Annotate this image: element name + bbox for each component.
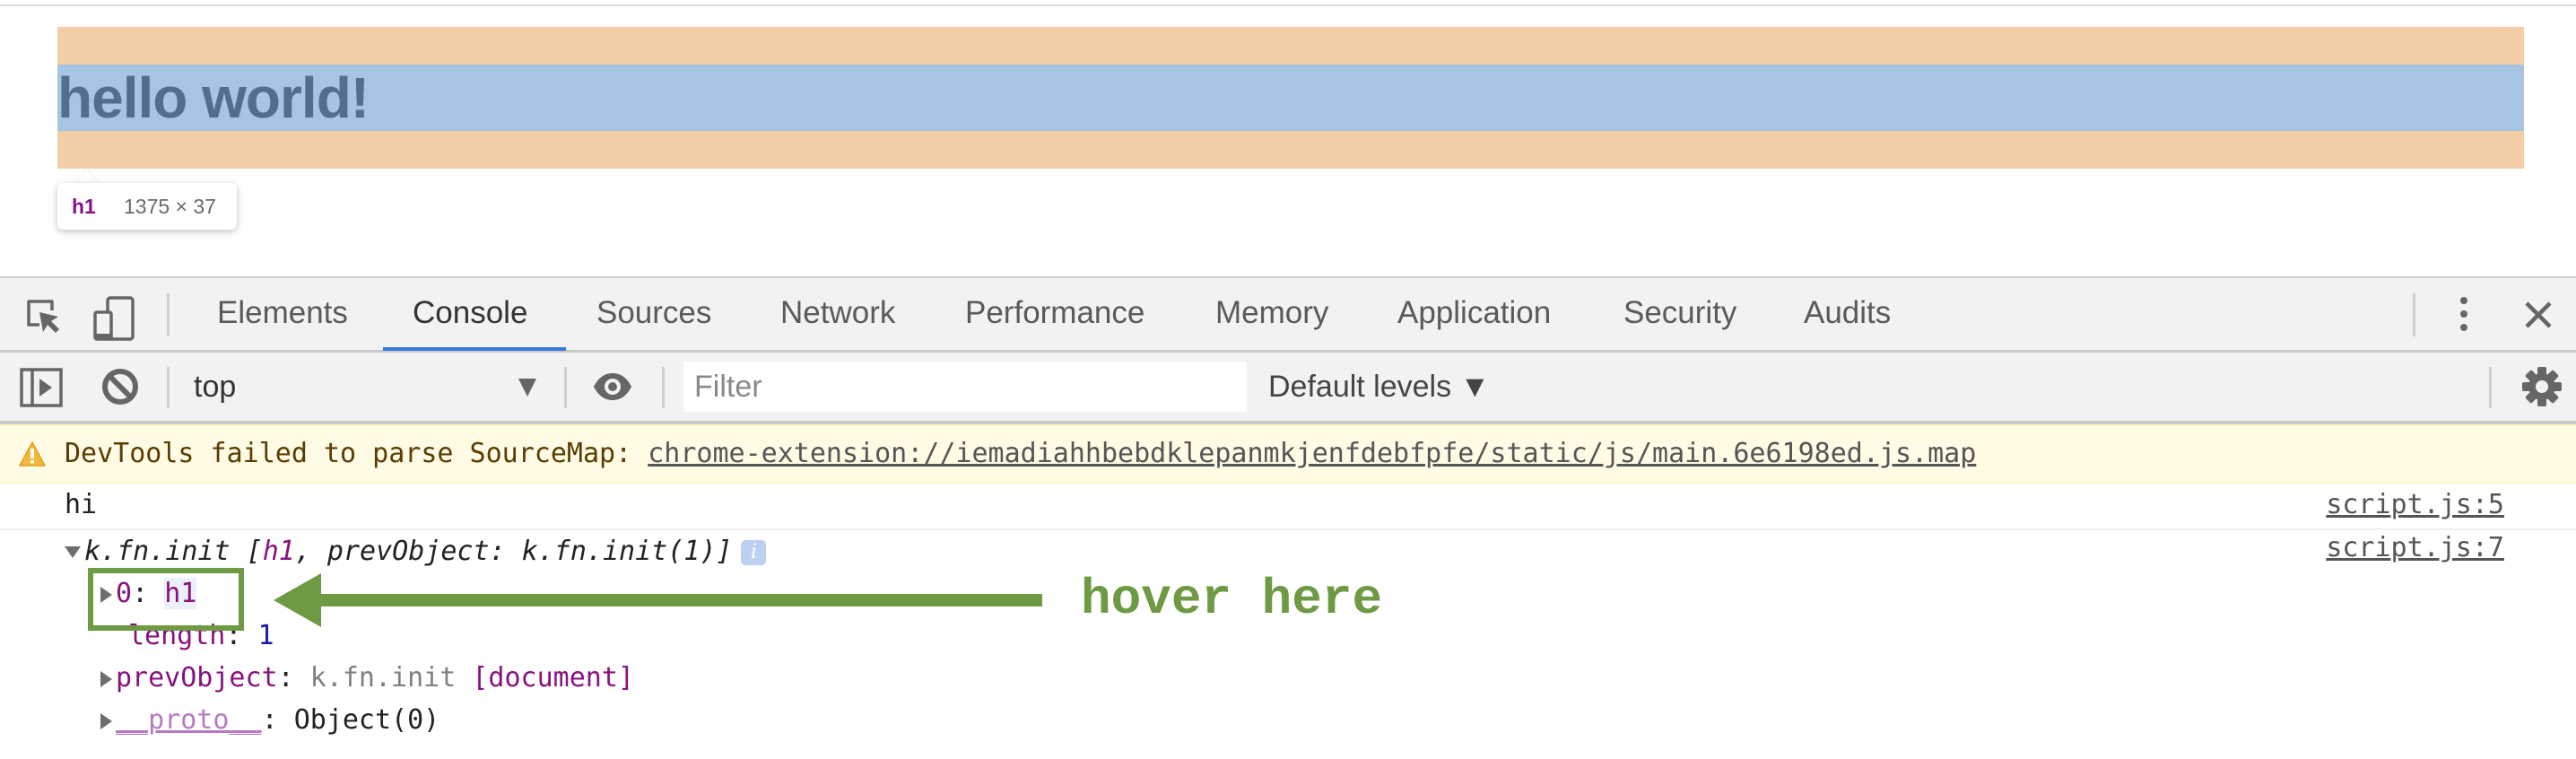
toolbar-separator bbox=[564, 367, 567, 408]
active-tab-indicator bbox=[383, 347, 566, 351]
more-vertical-icon[interactable] bbox=[2453, 296, 2475, 332]
warning-icon bbox=[18, 441, 47, 467]
show-sidebar-icon[interactable] bbox=[20, 368, 63, 407]
highlight-content-box bbox=[57, 65, 2524, 131]
console-warning-row: DevTools failed to parse SourceMap: chro… bbox=[0, 424, 2576, 484]
summary-element: h1 bbox=[262, 536, 295, 567]
collapsed-triangle-icon[interactable] bbox=[100, 670, 112, 687]
context-dropdown-arrow-icon[interactable] bbox=[518, 379, 536, 397]
collapsed-triangle-icon[interactable] bbox=[100, 712, 112, 729]
tab-performance[interactable]: Performance bbox=[965, 278, 1144, 350]
tab-audits[interactable]: Audits bbox=[1804, 278, 1891, 350]
console-message: hi script.js:5 bbox=[0, 482, 2576, 530]
property-key: prevObject bbox=[116, 662, 278, 694]
annotation-arrow-icon bbox=[274, 573, 1042, 627]
source-link[interactable]: script.js:5 bbox=[2326, 482, 2504, 528]
property-value: [document] bbox=[472, 662, 634, 694]
inspect-element-icon[interactable] bbox=[25, 298, 65, 337]
tab-elements[interactable]: Elements bbox=[217, 278, 348, 350]
tooltip-dimensions: 1375 × 37 bbox=[124, 195, 216, 218]
property-sep: : bbox=[277, 662, 310, 694]
console-toolbar: top Default levels ▼ bbox=[0, 353, 2576, 424]
gear-icon[interactable] bbox=[2520, 365, 2563, 408]
tab-application[interactable]: Application bbox=[1397, 278, 1551, 350]
inspect-tooltip: h1 1375 × 37 bbox=[57, 183, 237, 230]
tooltip-tag: h1 bbox=[72, 195, 96, 218]
clear-console-icon[interactable] bbox=[101, 368, 139, 406]
annotation-label: hover here bbox=[1081, 571, 1383, 628]
toolbar-separator bbox=[2489, 367, 2492, 408]
property-value: Object(0) bbox=[293, 704, 440, 736]
tab-network[interactable]: Network bbox=[780, 278, 895, 350]
tooltip-caret bbox=[75, 170, 99, 184]
toolbar-separator bbox=[167, 367, 170, 408]
summary-open: [ bbox=[230, 536, 263, 567]
object-name: k.fn.init bbox=[84, 536, 231, 567]
close-icon[interactable] bbox=[2523, 300, 2554, 330]
devtools-tab-bar: Elements Console Sources Network Perform… bbox=[0, 278, 2576, 353]
warning-prefix: DevTools failed to parse SourceMap: bbox=[65, 438, 648, 469]
property-value-prefix: k.fn.init bbox=[309, 662, 473, 694]
context-selector[interactable]: top bbox=[194, 353, 236, 421]
tab-security[interactable]: Security bbox=[1623, 278, 1736, 350]
page-top-border bbox=[0, 4, 2576, 6]
property-key: __proto__ bbox=[116, 704, 262, 736]
log-levels-dropdown[interactable]: Default levels ▼ bbox=[1268, 353, 1490, 421]
property-sep: : bbox=[261, 704, 294, 736]
tab-console[interactable]: Console bbox=[413, 278, 527, 350]
source-link[interactable]: script.js:7 bbox=[2326, 525, 2504, 571]
console-message: script.js:7 k.fn.init [h1, prevObject: k… bbox=[0, 530, 2576, 759]
filter-input[interactable] bbox=[683, 362, 1247, 412]
info-icon[interactable]: i bbox=[741, 539, 767, 565]
object-summary[interactable]: k.fn.init [h1, prevObject: k.fn.init(1)]… bbox=[65, 530, 767, 572]
tab-sources[interactable]: Sources bbox=[596, 278, 711, 350]
live-expression-icon[interactable] bbox=[592, 372, 633, 401]
tab-memory[interactable]: Memory bbox=[1215, 278, 1328, 350]
summary-rest: , prevObject: k.fn.init(1)] bbox=[294, 536, 733, 567]
object-property-prevobject[interactable]: prevObject: k.fn.init [document] bbox=[100, 657, 634, 699]
annotation-highlight-box bbox=[88, 568, 244, 631]
device-toolbar-icon[interactable] bbox=[93, 296, 136, 341]
object-property-proto[interactable]: __proto__: Object(0) bbox=[100, 699, 439, 741]
expanded-triangle-icon[interactable] bbox=[65, 546, 81, 558]
console-log-text: hi bbox=[65, 489, 98, 520]
tab-separator bbox=[2413, 293, 2415, 336]
warning-message: DevTools failed to parse SourceMap: chro… bbox=[65, 426, 1976, 482]
devtools-panel: Elements Console Sources Network Perform… bbox=[0, 276, 2576, 759]
toolbar-separator bbox=[662, 367, 665, 408]
tab-separator bbox=[167, 293, 170, 336]
page-heading[interactable]: hello world! bbox=[57, 65, 370, 131]
sourcemap-link[interactable]: chrome-extension://iemadiahhbebdklepanmk… bbox=[648, 438, 1976, 469]
